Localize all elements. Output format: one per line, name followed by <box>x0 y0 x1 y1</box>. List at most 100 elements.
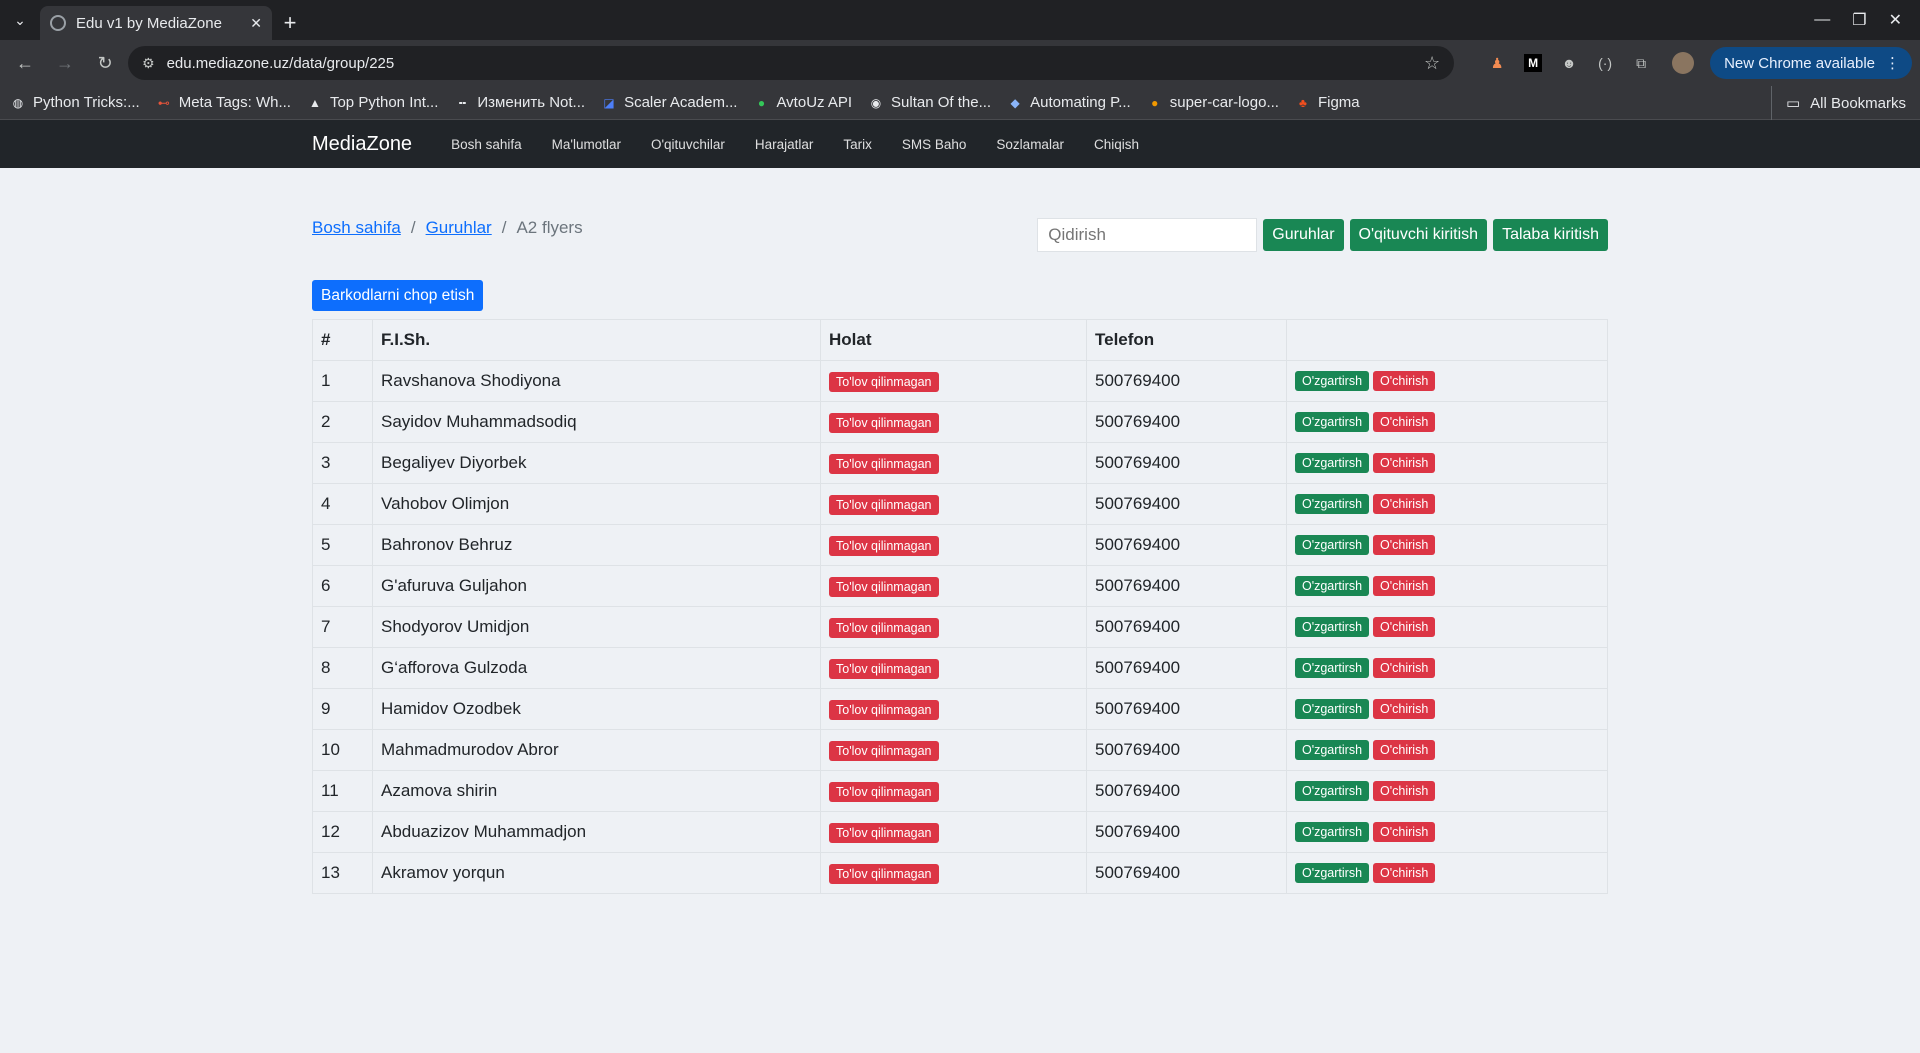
delete-button[interactable]: O'chirish <box>1373 822 1436 842</box>
bookmark-item[interactable]: ◪ Scaler Academ... <box>601 94 737 111</box>
edit-button[interactable]: O'zgartirsh <box>1295 699 1370 719</box>
edit-button[interactable]: O'zgartirsh <box>1295 781 1370 801</box>
delete-button[interactable]: O'chirish <box>1373 453 1436 473</box>
header-name: F.I.Sh. <box>372 319 821 361</box>
delete-button[interactable]: O'chirish <box>1373 781 1436 801</box>
header-phone: Telefon <box>1086 319 1287 361</box>
delete-button[interactable]: O'chirish <box>1373 658 1436 678</box>
table-row: 8 G‘afforova Gulzoda To'lov qilinmagan 5007… <box>312 647 1608 689</box>
bookmark-item[interactable]: ╍ Изменить Not... <box>454 94 585 111</box>
delete-button[interactable]: O'chirish <box>1373 412 1436 432</box>
edit-button[interactable]: O'zgartirsh <box>1295 453 1370 473</box>
bookmark-item[interactable]: ● super-car-logo... <box>1147 94 1279 111</box>
row-actions: O'zgartirsh O'chirish <box>1286 647 1608 689</box>
edit-button[interactable]: O'zgartirsh <box>1295 371 1370 391</box>
delete-button[interactable]: O'chirish <box>1373 740 1436 760</box>
add-student-button[interactable]: Talaba kiritish <box>1493 219 1608 251</box>
medium-extension-icon[interactable]: M <box>1524 54 1543 72</box>
delete-button[interactable]: O'chirish <box>1373 535 1436 555</box>
delete-button[interactable]: O'chirish <box>1373 576 1436 596</box>
row-actions: O'zgartirsh O'chirish <box>1286 565 1608 607</box>
status-cell: To'lov qilinmagan <box>820 442 1087 484</box>
nav-link-history[interactable]: Tarix <box>828 137 887 152</box>
nav-link-teachers[interactable]: O'qituvchilar <box>636 137 740 152</box>
new-tab-icon[interactable]: + <box>272 6 308 40</box>
delete-button[interactable]: O'chirish <box>1373 863 1436 883</box>
bookmark-item[interactable]: ⊷ Meta Tags: Wh... <box>156 94 291 111</box>
bookmark-item[interactable]: ◆ Automating P... <box>1007 94 1130 111</box>
delete-button[interactable]: O'chirish <box>1373 617 1436 637</box>
student-name: G'afuruva Guljahon <box>372 565 821 607</box>
extension-flame-icon[interactable]: ♟ <box>1482 46 1512 80</box>
status-cell: To'lov qilinmagan <box>820 524 1087 566</box>
status-cell: To'lov qilinmagan <box>820 852 1087 894</box>
search-input[interactable] <box>1037 218 1258 252</box>
url-text: edu.mediazone.uz/data/group/225 <box>166 54 395 72</box>
edit-button[interactable]: O'zgartirsh <box>1295 412 1370 432</box>
bookmark-item[interactable]: ● AvtoUz API <box>753 94 852 111</box>
table-row: 12 Abduazizov Muhammadjon To'lov qilinmaga… <box>312 811 1608 853</box>
phone-number: 500769400 <box>1086 770 1287 812</box>
forward-icon[interactable]: → <box>48 46 82 80</box>
status-cell: To'lov qilinmagan <box>820 401 1087 443</box>
status-badge: To'lov qilinmagan <box>829 617 939 638</box>
status-badge: To'lov qilinmagan <box>829 822 939 843</box>
nav-link-home[interactable]: Bosh sahifa <box>436 137 537 152</box>
print-barcodes-button[interactable]: Barkodlarni chop etish <box>312 280 484 311</box>
header-actions <box>1286 319 1608 361</box>
row-index: 1 <box>312 360 373 402</box>
brand-logo[interactable]: MediaZone <box>312 133 412 156</box>
edit-button[interactable]: O'zgartirsh <box>1295 822 1370 842</box>
bookmark-item[interactable]: ♣ Figma <box>1295 94 1360 111</box>
delete-button[interactable]: O'chirish <box>1373 699 1436 719</box>
edit-button[interactable]: O'zgartirsh <box>1295 494 1370 514</box>
extension-code-icon[interactable]: (·) <box>1590 46 1620 80</box>
cube-icon: ◆ <box>1010 95 1020 110</box>
bookmark-item[interactable]: ◍ Python Tricks:... <box>10 94 140 111</box>
delete-button[interactable]: O'chirish <box>1373 494 1436 514</box>
minimize-icon[interactable]: — <box>1814 11 1830 29</box>
nav-link-expenses[interactable]: Harajatlar <box>740 137 829 152</box>
edit-button[interactable]: O'zgartirsh <box>1295 617 1370 637</box>
profile-avatar[interactable] <box>1672 52 1695 74</box>
more-menu-icon[interactable]: ⋮ <box>1885 54 1900 72</box>
breadcrumb-groups[interactable]: Guruhlar <box>426 218 492 238</box>
phone-number: 500769400 <box>1086 852 1287 894</box>
breadcrumb-home[interactable]: Bosh sahifa <box>312 218 401 238</box>
nav-link-sms-grade[interactable]: SMS Baho <box>887 137 982 152</box>
chrome-update-button[interactable]: New Chrome available ⋮ <box>1710 47 1912 79</box>
restore-icon[interactable]: ❐ <box>1852 10 1866 30</box>
address-bar[interactable]: ⚙ edu.mediazone.uz/data/group/225 ☆ <box>128 46 1455 80</box>
extensions-puzzle-icon[interactable]: ⧉ <box>1626 46 1656 80</box>
nav-link-logout[interactable]: Chiqish <box>1079 137 1154 152</box>
close-icon[interactable]: ✕ <box>250 15 262 32</box>
row-index: 9 <box>312 688 373 730</box>
edit-button[interactable]: O'zgartirsh <box>1295 658 1370 678</box>
add-teacher-button[interactable]: O'qituvchi kiritish <box>1349 219 1488 251</box>
student-name: Akramov yorqun <box>372 852 821 894</box>
bookmark-item[interactable]: ◉ Sultan Of the... <box>868 94 991 111</box>
browser-tab[interactable]: Edu v1 by MediaZone ✕ <box>40 6 272 40</box>
groups-button[interactable]: Guruhlar <box>1263 219 1344 251</box>
delete-button[interactable]: O'chirish <box>1373 371 1436 391</box>
update-label: New Chrome available <box>1724 54 1875 72</box>
edit-button[interactable]: O'zgartirsh <box>1295 535 1370 555</box>
header-actions: Guruhlar O'qituvchi kiritish Talaba kiri… <box>1037 218 1608 252</box>
nav-link-settings[interactable]: Sozlamalar <box>981 137 1079 152</box>
close-window-icon[interactable]: ✕ <box>1889 10 1902 30</box>
status-badge: To'lov qilinmagan <box>829 863 939 884</box>
bookmark-star-icon[interactable]: ☆ <box>1424 53 1440 74</box>
status-badge: To'lov qilinmagan <box>829 781 939 802</box>
tab-search-icon[interactable]: ⌄ <box>0 0 40 40</box>
extension-face-icon[interactable]: ☻ <box>1554 46 1584 80</box>
reload-icon[interactable]: ↻ <box>88 46 122 80</box>
back-icon[interactable]: ← <box>8 46 42 80</box>
edit-button[interactable]: O'zgartirsh <box>1295 576 1370 596</box>
edit-button[interactable]: O'zgartirsh <box>1295 863 1370 883</box>
bookmark-item[interactable]: ▲ Top Python Int... <box>307 94 438 111</box>
all-bookmarks-button[interactable]: ▭ All Bookmarks <box>1770 86 1906 120</box>
nav-link-data[interactable]: Ma'lumotlar <box>537 137 636 152</box>
phone-number: 500769400 <box>1086 360 1287 402</box>
edit-button[interactable]: O'zgartirsh <box>1295 740 1370 760</box>
site-info-icon[interactable]: ⚙ <box>142 55 155 72</box>
